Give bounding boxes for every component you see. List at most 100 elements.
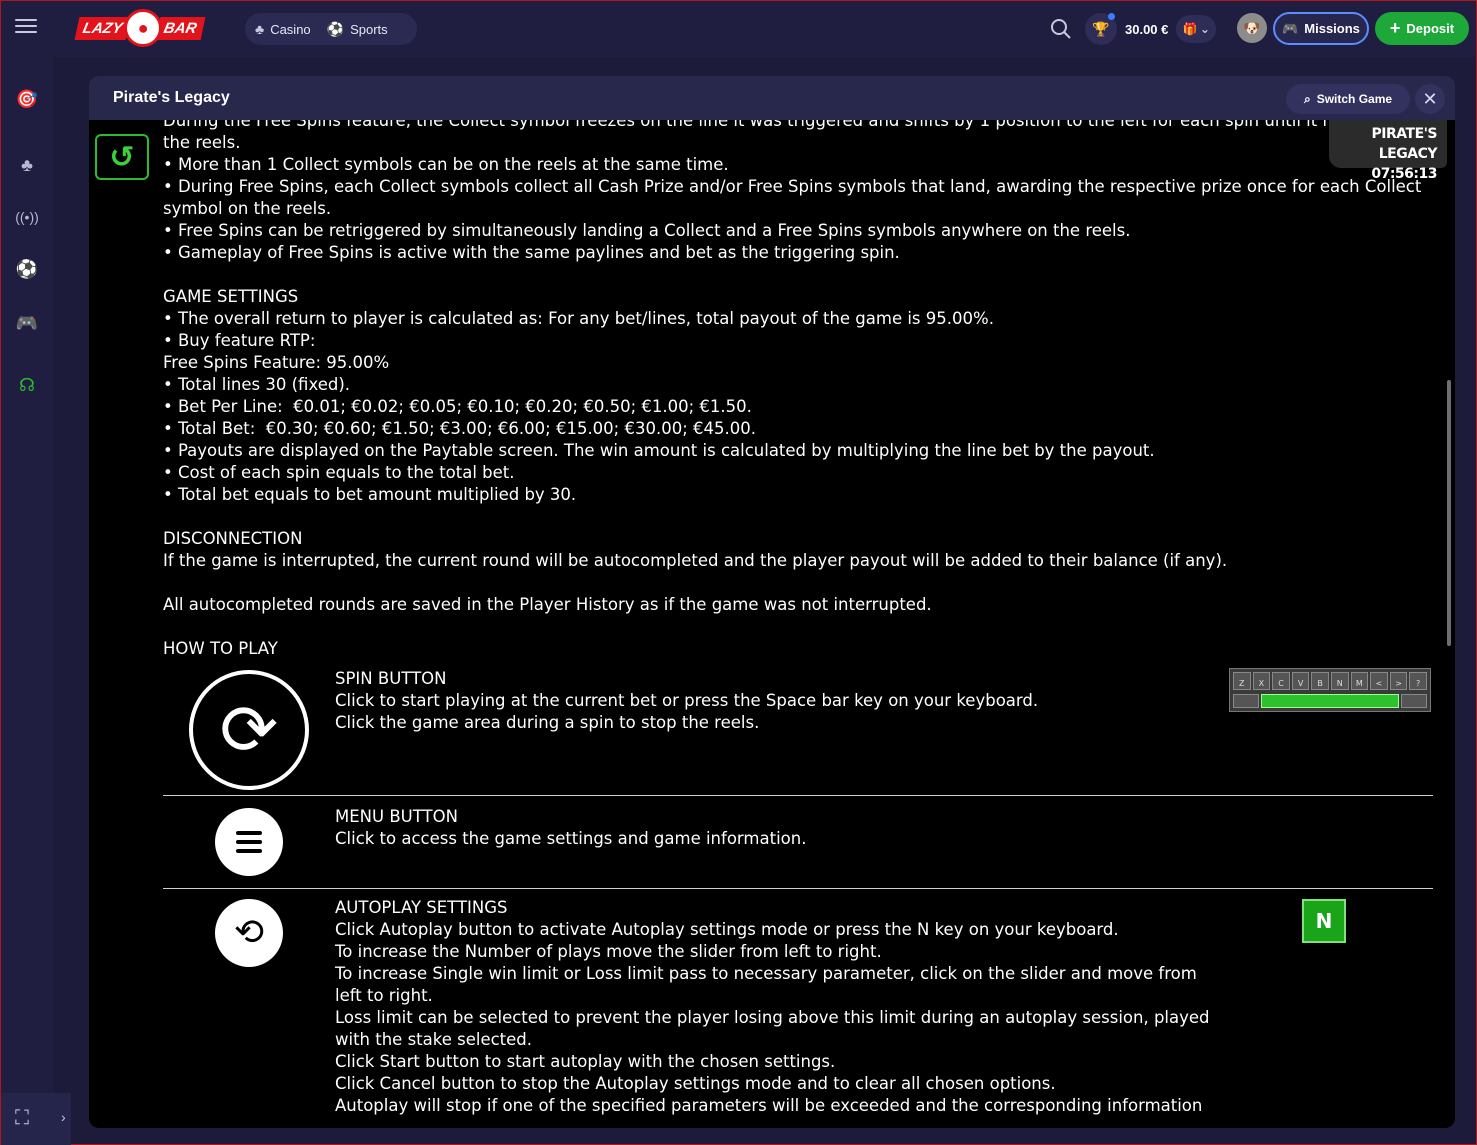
how-spin-row: ⟳ SPIN BUTTON Click to start playing at … <box>163 660 1433 796</box>
how-line: To increase the Number of plays move the… <box>335 942 882 961</box>
rules-line: Free Spins Feature: 95.00% <box>163 353 390 372</box>
missions-button[interactable]: 🎮 Missions <box>1273 12 1369 45</box>
keyboard-key: M <box>1350 672 1369 690</box>
section-heading: DISCONNECTION <box>163 529 303 548</box>
rules-line: All autocompleted rounds are saved in th… <box>163 595 932 614</box>
how-line: Autoplay will stop if one of the specifi… <box>335 1096 1203 1115</box>
rules-line: • The overall return to player is calcul… <box>163 309 994 328</box>
hamburger-menu-icon[interactable] <box>15 19 37 37</box>
top-bar: LAZY ● BAR ♣ Casino ⚽ Sports 🏆 30.00 € 🎁… <box>1 1 1476 57</box>
deposit-button[interactable]: + Deposit <box>1375 12 1469 45</box>
chevron-down-icon: ⌄ <box>1199 22 1210 36</box>
logo-right-text: BAR <box>155 16 206 40</box>
notification-dot <box>1108 13 1115 20</box>
search-icon[interactable] <box>1049 17 1073 41</box>
cherries-icon: ♣ <box>255 21 265 37</box>
switch-game-label: Switch Game <box>1316 92 1393 106</box>
section-heading: GAME SETTINGS <box>163 287 299 306</box>
keyboard-key: C <box>1272 672 1290 690</box>
balance-amount: 30.00 € <box>1125 21 1169 37</box>
gift-icon: 🎁 <box>1182 22 1198 36</box>
keyboard-key: V <box>1291 672 1310 690</box>
how-line: To increase Single win limit or Loss lim… <box>335 964 1203 1005</box>
darts-icon[interactable]: 🎯 <box>13 85 41 113</box>
game-panel: Pirate's Legacy ⌕ Switch Game ✕ During t… <box>89 76 1455 1128</box>
rules-line: • Total lines 30 (fixed). <box>163 375 351 394</box>
close-icon[interactable]: ✕ <box>1415 84 1445 114</box>
switch-game-button[interactable]: ⌕ Switch Game <box>1286 84 1410 114</box>
game-title: Pirate's Legacy <box>113 89 230 106</box>
game-frame[interactable]: During the Free Spins feature, the Colle… <box>89 120 1455 1128</box>
deposit-label: Deposit <box>1406 21 1455 36</box>
keyboard-key: < <box>1370 672 1388 690</box>
how-line: Loss limit can be selected to prevent th… <box>335 1008 1215 1049</box>
cherries-icon[interactable]: ♣ <box>13 151 41 179</box>
back-arrow-icon[interactable]: ↺ <box>95 134 149 180</box>
rules-line: • During Free Spins, each Collect symbol… <box>163 177 1427 218</box>
fullscreen-icon[interactable]: ⛶ <box>15 1107 29 1130</box>
keyboard-key: Z <box>1233 672 1251 690</box>
gift-dropdown[interactable]: 🎁 ⌄ <box>1176 15 1217 43</box>
support-icon[interactable]: ☊ <box>13 371 41 399</box>
live-icon[interactable]: ((•)) <box>13 203 41 231</box>
spin-button-icon: ⟳ <box>189 670 309 790</box>
gamepad-icon: 🎮 <box>1282 20 1299 36</box>
stamp-title: PIRATE'S LEGACY <box>1371 126 1438 162</box>
game-stamp: PIRATE'S LEGACY 07:56:13 <box>1329 120 1447 182</box>
rules-line: • More than 1 Collect symbols can be on … <box>163 155 729 174</box>
keyboard-key: N <box>1330 672 1349 690</box>
nav-sports[interactable]: ⚽ Sports <box>327 21 388 38</box>
logo-bulldog-icon: ● <box>124 9 163 47</box>
rules-line: • Cost of each spin equals to the total … <box>163 463 515 482</box>
rules-line: • Free Spins can be retriggered by simul… <box>163 221 1131 240</box>
balance[interactable]: 30.00 € 🎁 ⌄ <box>1125 13 1229 45</box>
how-autoplay-row: ⟲ AUTOPLAY SETTINGS Click Autoplay butto… <box>163 889 1433 1128</box>
keyboard-key: ? <box>1409 672 1427 690</box>
rules-line: • Buy feature RTP: <box>163 331 316 350</box>
how-heading: MENU BUTTON <box>335 807 458 826</box>
keyboard-key: > <box>1389 672 1408 690</box>
keyboard-spacebar-icon: Z X C V B N M < > ? <box>1229 668 1431 712</box>
rules-line: • Gameplay of Free Spins is active with … <box>163 243 900 262</box>
rules-line: If the game is interrupted, the current … <box>163 551 1228 570</box>
sidebar-footer: ⛶ › <box>1 1093 71 1145</box>
rules-line: the reels. <box>163 133 241 152</box>
sidebar: 🎯 ♣ ((•)) ⚽ 🎮 ☊ ⛶ › <box>1 57 71 1145</box>
logo-left-text: LAZY <box>74 16 131 40</box>
nav-sports-label: Sports <box>350 21 388 37</box>
hamburger-icon <box>236 831 262 853</box>
rules-line: • Bet Per Line: €0.01; €0.02; €0.05; €0.… <box>163 397 752 416</box>
scrollbar[interactable] <box>1447 380 1451 646</box>
menu-button-icon <box>215 808 283 876</box>
rules-line: • Total bet equals to bet amount multipl… <box>163 485 577 504</box>
expand-sidebar-chevron-icon[interactable]: › <box>61 1109 66 1125</box>
how-heading: SPIN BUTTON <box>335 669 447 688</box>
logo[interactable]: LAZY ● BAR <box>74 9 223 47</box>
avatar[interactable]: 🐶 <box>1237 13 1267 43</box>
how-line: Click Cancel button to stop the Autoplay… <box>335 1074 1056 1093</box>
search-icon: ⌕ <box>1303 91 1311 106</box>
how-line: Click Autoplay button to activate Autopl… <box>335 920 1119 939</box>
football-icon: ⚽ <box>326 20 345 37</box>
section-heading: HOW TO PLAY <box>163 639 278 658</box>
keyboard-key: B <box>1311 672 1329 690</box>
autoplay-button-icon: ⟲ <box>215 899 283 967</box>
keyboard-key: X <box>1252 672 1271 690</box>
how-heading: AUTOPLAY SETTINGS <box>335 898 508 917</box>
football-icon[interactable]: ⚽ <box>13 255 41 283</box>
rules-text: During the Free Spins feature, the Colle… <box>163 120 1433 1128</box>
gamepad-icon[interactable]: 🎮 <box>13 309 41 337</box>
stamp-time: 07:56:13 <box>1371 166 1437 182</box>
how-line: Click the game area during a spin to sto… <box>335 713 760 732</box>
trophy-icon[interactable]: 🏆 <box>1085 13 1117 45</box>
main-nav: ♣ Casino ⚽ Sports <box>245 13 417 45</box>
rules-line: • Payouts are displayed on the Paytable … <box>163 441 1155 460</box>
how-line: Click to start playing at the current be… <box>335 691 1039 710</box>
n-key-icon: N <box>1302 899 1346 943</box>
nav-casino-label: Casino <box>270 21 311 37</box>
how-menu-row: MENU BUTTON Click to access the game set… <box>163 796 1433 889</box>
plus-icon: + <box>1389 18 1401 38</box>
how-line: Click Start button to start autoplay wit… <box>335 1052 836 1071</box>
missions-label: Missions <box>1304 21 1360 36</box>
nav-casino[interactable]: ♣ Casino <box>255 21 311 37</box>
